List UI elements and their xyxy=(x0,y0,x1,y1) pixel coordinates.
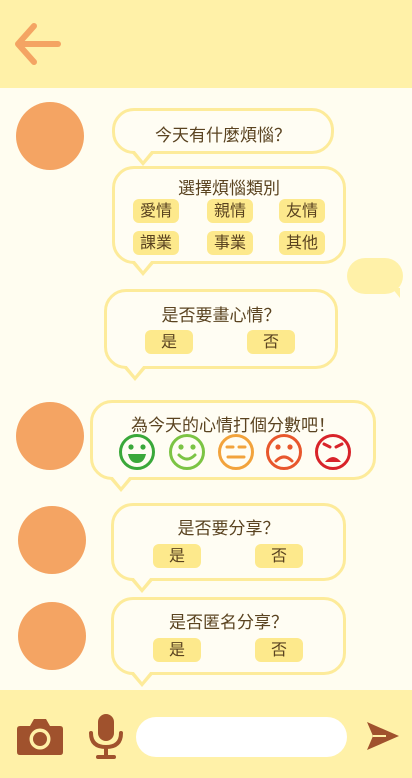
message-text: 今天有什麼煩惱？ xyxy=(155,126,291,146)
no-button[interactable]: 否 xyxy=(255,638,303,662)
message-input[interactable] xyxy=(136,717,347,757)
anonymous-share-message-bubble: 是否匿名分享？ 是 否 xyxy=(111,597,346,687)
top-bar xyxy=(0,0,412,88)
category-chip-study[interactable]: 課業 xyxy=(133,231,179,255)
avatar xyxy=(16,402,84,470)
no-button[interactable]: 否 xyxy=(247,330,295,354)
draw-mood-message-bubble: 是否要畫心情？ 是 否 xyxy=(104,289,338,381)
message-text: 選擇煩惱類別 xyxy=(178,179,280,199)
bubble-tail xyxy=(134,260,152,271)
sad-face-icon[interactable] xyxy=(265,433,303,471)
send-icon[interactable] xyxy=(366,721,400,751)
bot-message-bubble: 今天有什麼煩惱？ xyxy=(112,108,334,166)
message-text: 是否匿名分享？ xyxy=(169,613,288,633)
composer-bar xyxy=(0,690,412,778)
category-chip-love[interactable]: 愛情 xyxy=(133,199,179,223)
avatar xyxy=(18,602,86,670)
bubble-tail xyxy=(126,365,144,376)
very-happy-face-icon[interactable] xyxy=(118,433,156,471)
chat-area: 今天有什麼煩惱？ 選擇煩惱類別 愛情 親情 友情 課業 事業 其他 是否要畫心情… xyxy=(0,88,412,690)
very-sad-face-icon[interactable] xyxy=(314,433,352,471)
arrow-left-icon[interactable] xyxy=(12,22,62,66)
bubble-tail xyxy=(134,150,152,161)
bubble-tail xyxy=(392,288,400,298)
message-text: 是否要分享？ xyxy=(177,519,280,539)
share-message-bubble: 是否要分享？ 是 否 xyxy=(111,503,346,593)
bubble-tail xyxy=(133,577,151,588)
category-chip-friendship[interactable]: 友情 xyxy=(279,199,325,223)
neutral-face-icon[interactable] xyxy=(217,433,255,471)
bubble-tail xyxy=(112,476,130,487)
category-message-bubble: 選擇煩惱類別 愛情 親情 友情 課業 事業 其他 xyxy=(112,166,346,276)
bubble-tail xyxy=(133,671,151,682)
happy-face-icon[interactable] xyxy=(168,433,206,471)
avatar xyxy=(16,102,84,170)
avatar xyxy=(18,506,86,574)
microphone-icon[interactable] xyxy=(88,713,124,759)
category-chip-other[interactable]: 其他 xyxy=(279,231,325,255)
message-text: 是否要畫心情？ xyxy=(161,306,281,326)
camera-icon[interactable] xyxy=(16,716,64,756)
yes-button[interactable]: 是 xyxy=(153,638,201,662)
mood-rating-message-bubble: 為今天的心情打個分數吧！ xyxy=(90,400,376,492)
no-button[interactable]: 否 xyxy=(255,544,303,568)
yes-button[interactable]: 是 xyxy=(145,330,193,354)
category-chip-career[interactable]: 事業 xyxy=(207,231,253,255)
category-chip-family[interactable]: 親情 xyxy=(207,199,253,223)
yes-button[interactable]: 是 xyxy=(153,544,201,568)
